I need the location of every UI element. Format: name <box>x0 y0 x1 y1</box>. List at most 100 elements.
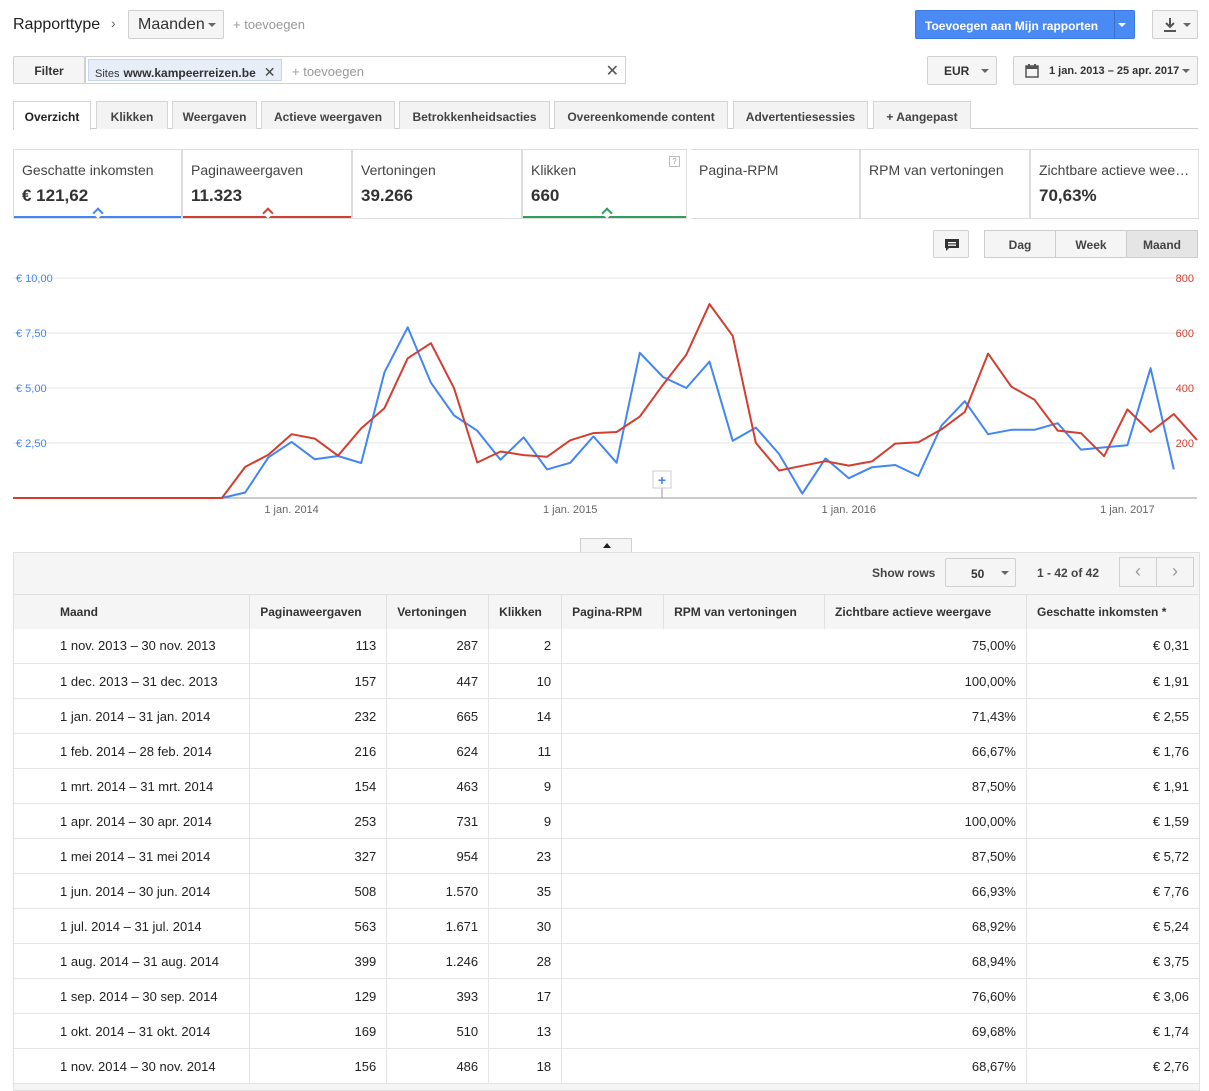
y-left-tick-label: € 10,00 <box>16 273 53 285</box>
scorecard-pageviews[interactable]: Paginaweergaven 11.323 <box>182 149 352 219</box>
cell-earnings: € 1,91 <box>1026 663 1199 699</box>
cell-pageviews: 156 <box>249 1048 388 1084</box>
tab-overeenkomende-content[interactable]: Overeenkomende content <box>554 101 728 129</box>
annotation-button[interactable] <box>933 230 969 258</box>
table-row: 1 nov. 2014 – 30 nov. 2014 156 486 18 68,67%… <box>14 1048 1199 1084</box>
cell-pageviews: 399 <box>249 943 388 979</box>
filter-box[interactable]: Sites www.kampeerreizen.be ✕ + toevoegen ✕ <box>85 56 626 84</box>
scorecard-estimated-earnings[interactable]: Geschatte inkomsten € 121,62 <box>13 149 182 219</box>
rows-per-page-dropdown[interactable]: 50 <box>945 558 1016 587</box>
add-to-my-reports-label: Toevoegen aan Mijn rapporten <box>925 19 1099 33</box>
pagination-range: 1 - 42 of 42 <box>1037 566 1100 580</box>
cell-page-rpm <box>561 908 664 944</box>
tab-betrokkenheidsacties[interactable]: Betrokkenheidsacties <box>399 101 550 129</box>
scorecard-impressions[interactable]: Vertoningen 39.266 <box>352 149 522 219</box>
cell-pageviews: 508 <box>249 873 388 909</box>
granularity-day-button[interactable]: Dag <box>984 230 1056 258</box>
help-icon[interactable]: ? <box>669 156 680 167</box>
caret-down-icon[interactable] <box>1118 23 1126 27</box>
cell-clicks: 23 <box>488 838 563 874</box>
cell-active-view: 66,93% <box>824 873 1027 909</box>
scorecard-page-rpm[interactable]: Pagina-RPM <box>691 149 860 219</box>
cell-impression-rpm <box>663 663 825 699</box>
comment-icon <box>945 239 959 251</box>
tab-actieve-weergaven[interactable]: Actieve weergaven <box>261 101 395 129</box>
granularity-dropdown[interactable]: Maanden <box>128 10 224 39</box>
x-tick-label: 1 jan. 2014 <box>264 504 318 516</box>
granularity-week-button[interactable]: Week <box>1055 230 1127 258</box>
close-icon[interactable]: ✕ <box>264 64 276 80</box>
filter-chip-prefix: Sites <box>95 68 120 80</box>
granularity-month-button[interactable]: Maand <box>1126 230 1198 258</box>
y-left-tick-label: € 5,00 <box>16 383 47 395</box>
chevron-left-icon: ‹ <box>1135 561 1141 581</box>
column-header-impressions[interactable]: Vertoningen <box>386 594 490 629</box>
tab-overzicht[interactable]: Overzicht <box>13 101 91 130</box>
cell-month: 1 mrt. 2014 – 31 mrt. 2014 <box>14 768 251 804</box>
cell-active-view: 68,67% <box>824 1048 1027 1084</box>
cell-page-rpm <box>561 698 664 734</box>
cell-impressions: 954 <box>386 838 490 874</box>
cell-impressions: 731 <box>386 803 490 839</box>
cell-clicks: 13 <box>488 1013 563 1049</box>
rows-per-page-value: 50 <box>971 567 985 581</box>
cell-impressions: 510 <box>386 1013 490 1049</box>
column-header-earnings[interactable]: Geschatte inkomsten * <box>1026 594 1199 629</box>
scorecard-active-view-viewable[interactable]: Zichtbare actieve weergave 70,63% <box>1030 149 1199 219</box>
cell-impressions: 1.671 <box>386 908 490 944</box>
cell-pageviews: 563 <box>249 908 388 944</box>
add-dimension-link[interactable]: + toevoegen <box>233 17 305 32</box>
cell-clicks: 14 <box>488 698 563 734</box>
cell-month: 1 nov. 2014 – 30 nov. 2014 <box>14 1048 251 1084</box>
show-rows-label: Show rows <box>872 566 936 580</box>
tab-aangepast[interactable]: + Aangepast <box>873 101 971 129</box>
cell-earnings: € 5,24 <box>1026 908 1199 944</box>
download-button[interactable] <box>1152 10 1198 39</box>
column-header-clicks[interactable]: Klikken <box>488 594 563 629</box>
table-row: 1 sep. 2014 – 30 sep. 2014 129 393 17 76,60%… <box>14 978 1199 1014</box>
next-page-button[interactable]: › <box>1156 557 1194 587</box>
tab-advertentiesessies[interactable]: Advertentiesessies <box>733 101 868 129</box>
cell-impression-rpm <box>663 628 825 664</box>
filter-add-input[interactable]: + toevoegen <box>292 64 364 79</box>
collapse-chart-toggle[interactable] <box>580 538 632 553</box>
caret-down-icon <box>1182 69 1190 73</box>
scorecard-title: Geschatte inkomsten <box>22 162 154 178</box>
cell-impressions: 486 <box>386 1048 490 1084</box>
cell-impression-rpm <box>663 978 825 1014</box>
cell-clicks: 17 <box>488 978 563 1014</box>
column-header-impression-rpm[interactable]: RPM van vertoningen <box>663 594 826 629</box>
cell-page-rpm <box>561 803 664 839</box>
scorecard-clicks[interactable]: Klikken 660 ? <box>522 149 687 219</box>
column-header-page-rpm[interactable]: Pagina-RPM <box>561 594 665 629</box>
line-chart: € 10,00 € 7,50 € 5,00 € 2,50 800 600 400 200 1 j… <box>13 273 1198 516</box>
column-header-month[interactable]: Maand <box>14 594 251 629</box>
cell-impressions: 665 <box>386 698 490 734</box>
filter-chip[interactable]: Sites www.kampeerreizen.be ✕ <box>88 59 283 81</box>
cell-pageviews: 154 <box>249 768 388 804</box>
cell-impression-rpm <box>663 943 825 979</box>
tab-weergaven[interactable]: Weergaven <box>172 101 257 129</box>
date-range-dropdown[interactable]: 1 jan. 2013 – 25 apr. 2017 <box>1013 56 1198 85</box>
previous-page-button[interactable]: ‹ <box>1119 557 1157 587</box>
scorecard-impression-rpm[interactable]: RPM van vertoningen <box>860 149 1030 219</box>
tab-klikken[interactable]: Klikken <box>96 101 168 129</box>
cell-month: 1 mei 2014 – 31 mei 2014 <box>14 838 251 874</box>
scorecard-title: Pagina-RPM <box>699 162 779 178</box>
currency-dropdown[interactable]: EUR <box>927 56 997 85</box>
table-row: 1 mei 2014 – 31 mei 2014 327 954 23 87,50% € … <box>14 838 1199 874</box>
cell-clicks: 10 <box>488 663 563 699</box>
cell-earnings: € 1,91 <box>1026 768 1199 804</box>
column-header-pageviews[interactable]: Paginaweergaven <box>249 594 388 629</box>
cell-impressions: 1.246 <box>386 943 490 979</box>
filter-button[interactable]: Filter <box>13 56 85 84</box>
cell-month: 1 apr. 2014 – 30 apr. 2014 <box>14 803 251 839</box>
currency-value: EUR <box>944 64 970 78</box>
clear-icon[interactable]: ✕ <box>606 61 619 81</box>
add-to-my-reports-button[interactable]: Toevoegen aan Mijn rapporten <box>915 10 1135 39</box>
download-icon <box>1164 18 1176 32</box>
scorecard-title: Zichtbare actieve weergave <box>1039 162 1191 178</box>
y-right-tick-label: 800 <box>1176 273 1194 285</box>
cell-pageviews: 253 <box>249 803 388 839</box>
column-header-active-view[interactable]: Zichtbare actieve weergave <box>824 594 1027 629</box>
